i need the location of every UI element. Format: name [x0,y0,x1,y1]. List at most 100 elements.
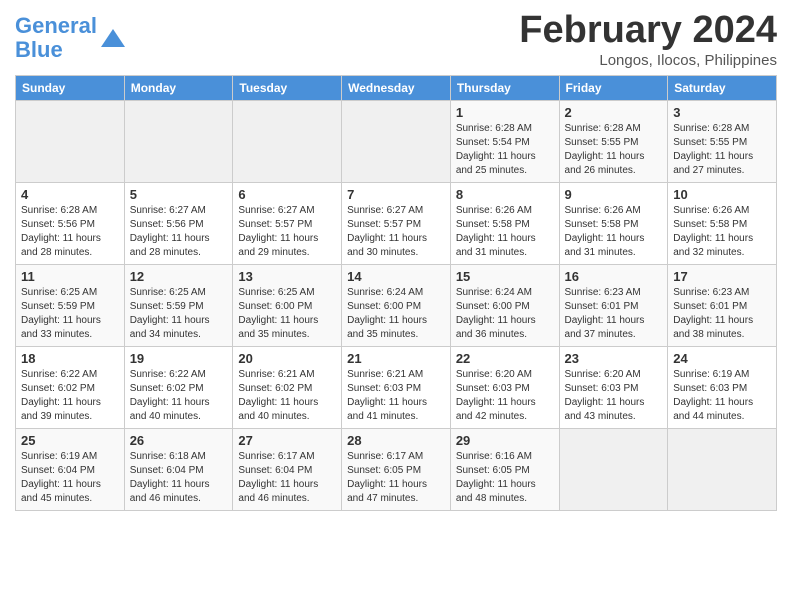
day-number: 10 [673,187,771,202]
day-info: Sunrise: 6:21 AM Sunset: 6:02 PM Dayligh… [238,368,336,424]
header-tuesday: Tuesday [233,75,342,100]
day-number: 2 [565,105,663,120]
day-number: 1 [456,105,554,120]
day-info: Sunrise: 6:27 AM Sunset: 5:56 PM Dayligh… [130,204,228,260]
header-sunday: Sunday [16,75,125,100]
day-number: 15 [456,269,554,284]
day-cell: 28Sunrise: 6:17 AM Sunset: 6:05 PM Dayli… [342,428,451,510]
day-number: 16 [565,269,663,284]
day-info: Sunrise: 6:23 AM Sunset: 6:01 PM Dayligh… [565,286,663,342]
day-info: Sunrise: 6:20 AM Sunset: 6:03 PM Dayligh… [565,368,663,424]
day-cell: 21 Sunrise: 6:21 AM Sunset: 6:03 PM Dayli… [342,346,451,428]
day-cell: 20 Sunrise: 6:21 AM Sunset: 6:02 PM Dayli… [233,346,342,428]
day-info: Sunrise: 6:26 AM Sunset: 5:58 PM Dayligh… [565,204,663,260]
day-number: 7 [347,187,445,202]
day-number: 29 [456,433,554,448]
day-cell: 2 Sunrise: 6:28 AM Sunset: 5:55 PM Daylig… [559,100,668,182]
day-cell: 10 Sunrise: 6:26 AM Sunset: 5:58 PM Dayli… [668,182,777,264]
day-info: Sunrise: 6:16 AM Sunset: 6:05 PM Dayligh… [456,450,554,506]
day-cell: 16 Sunrise: 6:23 AM Sunset: 6:01 PM Dayli… [559,264,668,346]
calendar-table: SundayMondayTuesdayWednesdayThursdayFrid… [15,75,777,511]
day-number: 6 [238,187,336,202]
day-number: 26 [130,433,228,448]
day-info: Sunrise: 6:24 AM Sunset: 6:00 PM Dayligh… [456,286,554,342]
day-number: 19 [130,351,228,366]
day-info: Sunrise: 6:18 AM Sunset: 6:04 PM Dayligh… [130,450,228,506]
day-info: Sunrise: 6:25 AM Sunset: 6:00 PM Dayligh… [238,286,336,342]
day-cell: 24 Sunrise: 6:19 AM Sunset: 6:03 PM Dayli… [668,346,777,428]
day-cell: 8Sunrise: 6:26 AM Sunset: 5:58 PM Daylig… [450,182,559,264]
day-cell: 29 Sunrise: 6:16 AM Sunset: 6:05 PM Dayli… [450,428,559,510]
day-number: 12 [130,269,228,284]
day-number: 18 [21,351,119,366]
day-info: Sunrise: 6:28 AM Sunset: 5:56 PM Dayligh… [21,204,119,260]
day-info: Sunrise: 6:27 AM Sunset: 5:57 PM Dayligh… [238,204,336,260]
day-cell [233,100,342,182]
month-title: February 2024 [519,10,777,52]
day-info: Sunrise: 6:23 AM Sunset: 6:01 PM Dayligh… [673,286,771,342]
day-number: 23 [565,351,663,366]
day-info: Sunrise: 6:26 AM Sunset: 5:58 PM Dayligh… [456,204,554,260]
day-number: 25 [21,433,119,448]
day-cell: 22 Sunrise: 6:20 AM Sunset: 6:03 PM Dayli… [450,346,559,428]
day-info: Sunrise: 6:28 AM Sunset: 5:55 PM Dayligh… [673,122,771,178]
day-cell [342,100,451,182]
header-monday: Monday [124,75,233,100]
day-number: 14 [347,269,445,284]
day-info: Sunrise: 6:28 AM Sunset: 5:55 PM Dayligh… [565,122,663,178]
day-cell [124,100,233,182]
day-number: 22 [456,351,554,366]
page-header: GeneralBlue February 2024 Longos, Ilocos… [15,10,777,69]
day-number: 13 [238,269,336,284]
day-info: Sunrise: 6:25 AM Sunset: 5:59 PM Dayligh… [130,286,228,342]
week-row-5: 25 Sunrise: 6:19 AM Sunset: 6:04 PM Dayli… [16,428,777,510]
day-number: 24 [673,351,771,366]
day-cell: 14 Sunrise: 6:24 AM Sunset: 6:00 PM Dayli… [342,264,451,346]
day-info: Sunrise: 6:22 AM Sunset: 6:02 PM Dayligh… [130,368,228,424]
logo-text: GeneralBlue [15,14,97,62]
day-cell: 5 Sunrise: 6:27 AM Sunset: 5:56 PM Daylig… [124,182,233,264]
day-info: Sunrise: 6:20 AM Sunset: 6:03 PM Dayligh… [456,368,554,424]
day-info: Sunrise: 6:22 AM Sunset: 6:02 PM Dayligh… [21,368,119,424]
week-row-2: 4Sunrise: 6:28 AM Sunset: 5:56 PM Daylig… [16,182,777,264]
day-info: Sunrise: 6:24 AM Sunset: 6:00 PM Dayligh… [347,286,445,342]
day-cell: 6 Sunrise: 6:27 AM Sunset: 5:57 PM Daylig… [233,182,342,264]
day-cell: 11 Sunrise: 6:25 AM Sunset: 5:59 PM Dayli… [16,264,125,346]
day-info: Sunrise: 6:21 AM Sunset: 6:03 PM Dayligh… [347,368,445,424]
day-number: 3 [673,105,771,120]
day-cell: 9Sunrise: 6:26 AM Sunset: 5:58 PM Daylig… [559,182,668,264]
day-cell: 13 Sunrise: 6:25 AM Sunset: 6:00 PM Dayli… [233,264,342,346]
day-info: Sunrise: 6:17 AM Sunset: 6:04 PM Dayligh… [238,450,336,506]
day-cell: 23 Sunrise: 6:20 AM Sunset: 6:03 PM Dayli… [559,346,668,428]
day-info: Sunrise: 6:19 AM Sunset: 6:04 PM Dayligh… [21,450,119,506]
week-row-1: 1 Sunrise: 6:28 AM Sunset: 5:54 PM Daylig… [16,100,777,182]
day-number: 20 [238,351,336,366]
header-saturday: Saturday [668,75,777,100]
day-cell: 1 Sunrise: 6:28 AM Sunset: 5:54 PM Daylig… [450,100,559,182]
header-wednesday: Wednesday [342,75,451,100]
week-row-4: 18 Sunrise: 6:22 AM Sunset: 6:02 PM Dayli… [16,346,777,428]
day-number: 21 [347,351,445,366]
day-cell: 3 Sunrise: 6:28 AM Sunset: 5:55 PM Daylig… [668,100,777,182]
day-info: Sunrise: 6:25 AM Sunset: 5:59 PM Dayligh… [21,286,119,342]
day-cell: 19 Sunrise: 6:22 AM Sunset: 6:02 PM Dayli… [124,346,233,428]
day-number: 11 [21,269,119,284]
day-number: 27 [238,433,336,448]
day-cell: 4Sunrise: 6:28 AM Sunset: 5:56 PM Daylig… [16,182,125,264]
title-block: February 2024 Longos, Ilocos, Philippine… [519,10,777,69]
day-info: Sunrise: 6:19 AM Sunset: 6:03 PM Dayligh… [673,368,771,424]
day-number: 5 [130,187,228,202]
day-cell: 26 Sunrise: 6:18 AM Sunset: 6:04 PM Dayli… [124,428,233,510]
day-info: Sunrise: 6:28 AM Sunset: 5:54 PM Dayligh… [456,122,554,178]
day-cell: 17 Sunrise: 6:23 AM Sunset: 6:01 PM Dayli… [668,264,777,346]
day-cell: 7Sunrise: 6:27 AM Sunset: 5:57 PM Daylig… [342,182,451,264]
day-number: 17 [673,269,771,284]
day-info: Sunrise: 6:26 AM Sunset: 5:58 PM Dayligh… [673,204,771,260]
week-row-3: 11 Sunrise: 6:25 AM Sunset: 5:59 PM Dayli… [16,264,777,346]
header-thursday: Thursday [450,75,559,100]
calendar-body: 1 Sunrise: 6:28 AM Sunset: 5:54 PM Daylig… [16,100,777,510]
day-cell: 27 Sunrise: 6:17 AM Sunset: 6:04 PM Dayli… [233,428,342,510]
day-cell: 18 Sunrise: 6:22 AM Sunset: 6:02 PM Dayli… [16,346,125,428]
logo: GeneralBlue [15,14,127,62]
day-number: 28 [347,433,445,448]
